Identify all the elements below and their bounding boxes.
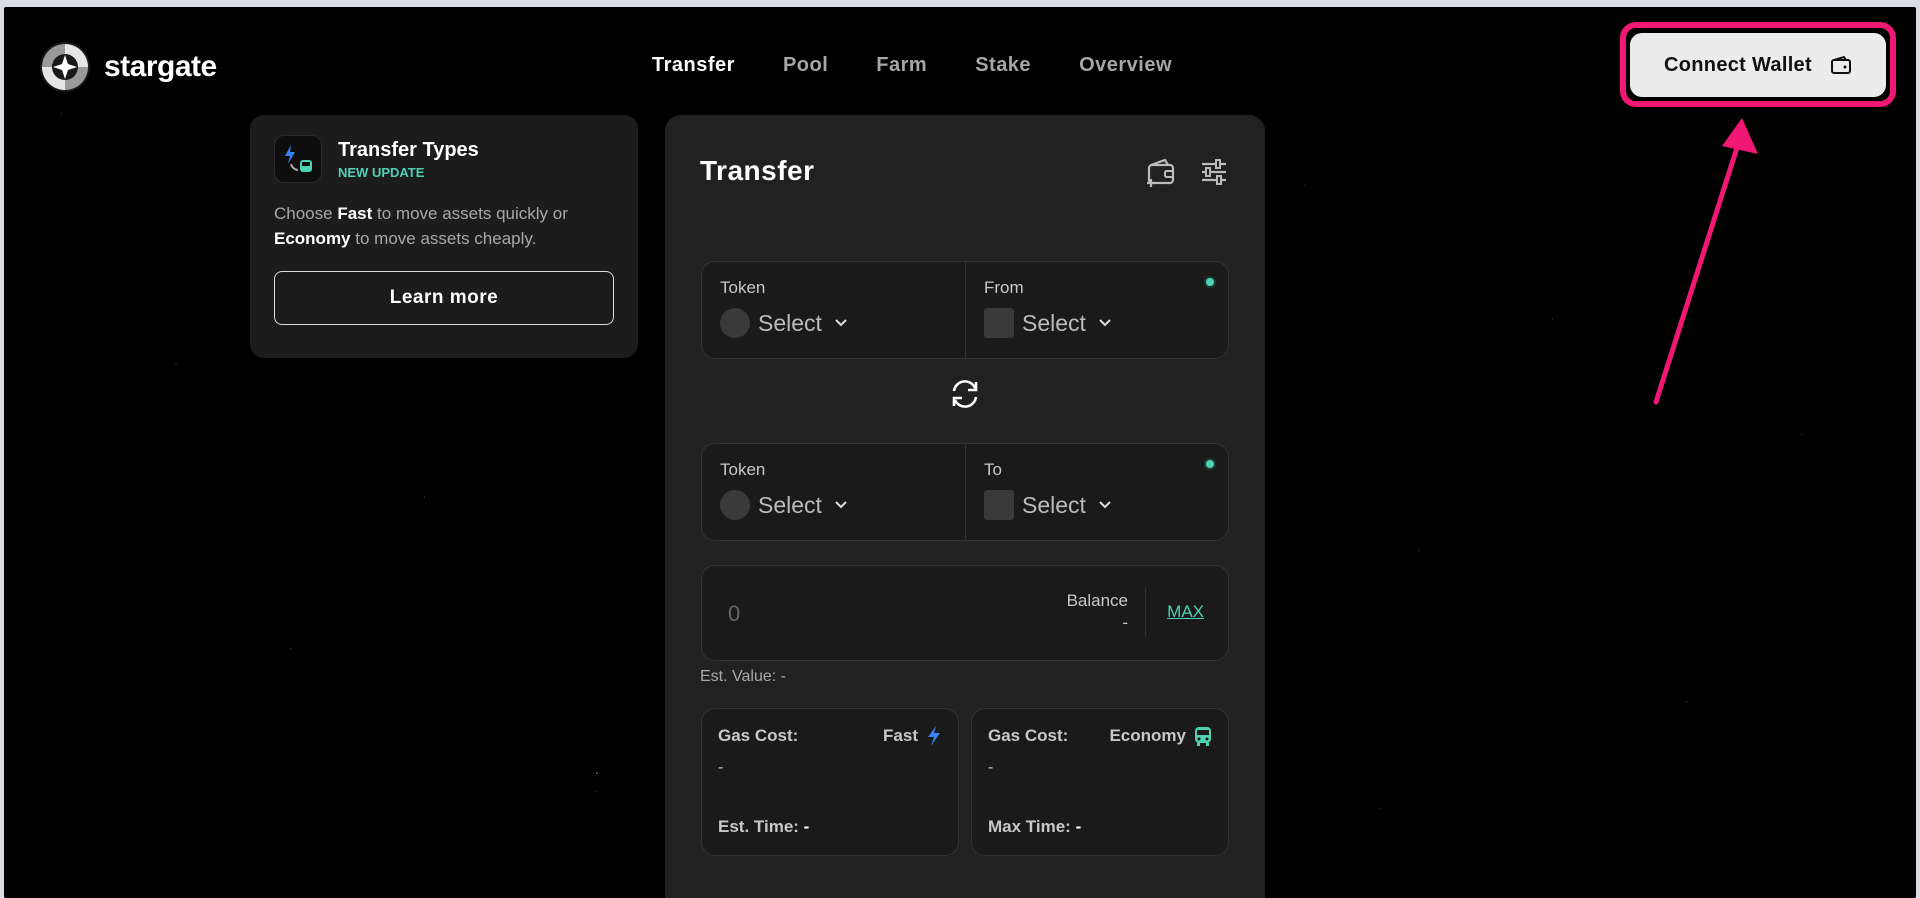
destination-selector: Token Select To Select bbox=[701, 443, 1229, 541]
to-label: To bbox=[984, 460, 1002, 479]
token-placeholder-icon bbox=[720, 490, 750, 520]
est-time-value: - bbox=[803, 817, 810, 836]
brand-name: stargate bbox=[104, 50, 217, 83]
economy-label: Economy bbox=[1109, 726, 1186, 745]
stargate-logo-icon bbox=[40, 42, 90, 92]
gas-cost-label: Gas Cost: bbox=[988, 726, 1069, 745]
lightning-icon bbox=[928, 726, 940, 746]
source-chain-select[interactable]: From Select bbox=[965, 262, 1228, 358]
economy-gas-value: - bbox=[988, 759, 994, 776]
nav-transfer[interactable]: Transfer bbox=[652, 54, 735, 77]
promo-text-part: Choose bbox=[274, 204, 338, 223]
est-time-label: Est. Time: bbox=[718, 817, 799, 836]
chevron-down-icon bbox=[1099, 501, 1111, 509]
source-chain-value: Select bbox=[1022, 309, 1086, 336]
promo-title: Transfer Types bbox=[338, 138, 479, 161]
dest-token-select[interactable]: Token Select bbox=[702, 444, 965, 540]
annotation-arrow-icon bbox=[1653, 118, 1758, 405]
transfer-title: Transfer bbox=[700, 155, 815, 186]
nav-farm[interactable]: Farm bbox=[876, 54, 927, 77]
add-wallet-icon[interactable] bbox=[1145, 157, 1177, 189]
promo-economy-word: Economy bbox=[274, 229, 351, 248]
est-time: Est. Time: - bbox=[718, 817, 809, 837]
learn-more-button[interactable]: Learn more bbox=[274, 271, 614, 325]
source-token-value: Select bbox=[758, 309, 822, 336]
promo-fast-word: Fast bbox=[337, 204, 373, 223]
transfer-types-card: Transfer Types NEW UPDATE Choose Fast to… bbox=[250, 115, 638, 358]
fast-label: Fast bbox=[883, 726, 918, 745]
nav-stake[interactable]: Stake bbox=[975, 54, 1031, 77]
swap-direction-icon[interactable] bbox=[948, 377, 982, 411]
max-time: Max Time: - bbox=[988, 817, 1081, 837]
max-time-label: Max Time: bbox=[988, 817, 1071, 836]
status-dot-icon bbox=[1206, 278, 1214, 286]
promo-text-part: to move assets quickly or bbox=[372, 204, 568, 223]
nav-pool[interactable]: Pool bbox=[783, 54, 828, 77]
chevron-down-icon bbox=[835, 319, 847, 327]
balance-value: - bbox=[1122, 613, 1128, 632]
source-token-label: Token bbox=[720, 278, 766, 297]
economy-option-card[interactable]: Gas Cost: Economy - Max Time: - bbox=[971, 708, 1229, 856]
transfer-panel: Transfer Token Select From Select Token … bbox=[665, 115, 1265, 898]
bus-icon bbox=[1195, 727, 1211, 746]
app-viewport: stargate Transfer Pool Farm Stake Overvi… bbox=[4, 7, 1916, 898]
max-button[interactable]: MAX bbox=[1167, 602, 1204, 622]
connect-wallet-label: Connect Wallet bbox=[1664, 53, 1812, 76]
main-nav: Transfer Pool Farm Stake Overview bbox=[652, 54, 1172, 77]
token-placeholder-icon bbox=[720, 308, 750, 338]
new-update-badge: NEW UPDATE bbox=[338, 164, 425, 180]
amount-value: 0 bbox=[728, 601, 741, 626]
transfer-types-icon bbox=[274, 135, 322, 183]
chain-placeholder-icon bbox=[984, 308, 1014, 338]
status-dot-icon bbox=[1206, 460, 1214, 468]
amount-input[interactable]: 0 Balance - MAX bbox=[701, 565, 1229, 661]
max-time-value: - bbox=[1075, 817, 1082, 836]
est-value: Est. Value: - bbox=[700, 668, 786, 685]
promo-description: Choose Fast to move assets quickly or Ec… bbox=[274, 201, 614, 251]
balance-label: Balance bbox=[1066, 591, 1128, 610]
chevron-down-icon bbox=[1099, 319, 1111, 327]
promo-text-part: to move assets cheaply. bbox=[350, 229, 537, 248]
fast-option-card[interactable]: Gas Cost: Fast - Est. Time: - bbox=[701, 708, 959, 856]
dest-token-label: Token bbox=[720, 460, 766, 479]
nav-overview[interactable]: Overview bbox=[1079, 54, 1172, 77]
brand-logo[interactable]: stargate bbox=[38, 40, 217, 94]
wallet-icon bbox=[1830, 55, 1851, 74]
balance-display: Balance - bbox=[1067, 590, 1128, 634]
chevron-down-icon bbox=[835, 501, 847, 509]
fast-gas-value: - bbox=[718, 759, 724, 776]
settings-sliders-icon[interactable] bbox=[1199, 157, 1229, 187]
gas-cost-label: Gas Cost: bbox=[718, 726, 799, 745]
chain-placeholder-icon bbox=[984, 490, 1014, 520]
dest-token-value: Select bbox=[758, 491, 822, 518]
connect-wallet-button[interactable]: Connect Wallet bbox=[1630, 33, 1886, 97]
source-selector: Token Select From Select bbox=[701, 261, 1229, 359]
dest-chain-value: Select bbox=[1022, 491, 1086, 518]
divider bbox=[1145, 588, 1146, 636]
from-label: From bbox=[984, 278, 1024, 297]
dest-chain-select[interactable]: To Select bbox=[965, 444, 1228, 540]
source-token-select[interactable]: Token Select bbox=[702, 262, 965, 358]
